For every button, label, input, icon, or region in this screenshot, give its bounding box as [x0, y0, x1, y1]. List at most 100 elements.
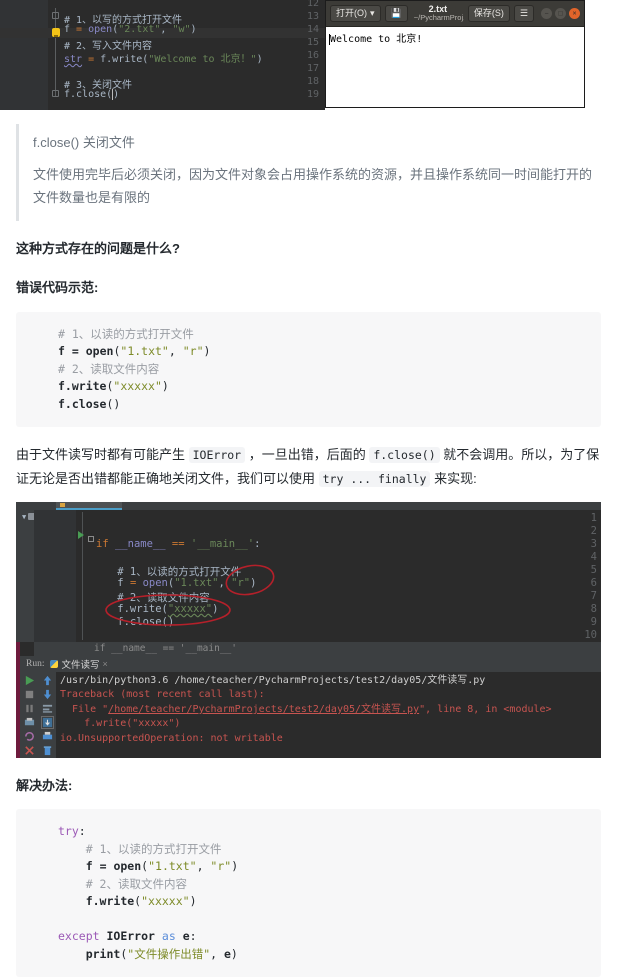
line-number: 10: [584, 628, 597, 641]
soft-wrap-icon[interactable]: [42, 703, 53, 714]
para-part-4: 来实现:: [430, 470, 477, 486]
save-disk-icon: 💾: [390, 8, 402, 18]
editor-line-text: f.write("xxxxx"): [92, 602, 219, 615]
console-traceback-link[interactable]: /home/teacher/PycharmProjects/test2/day0…: [108, 704, 419, 715]
line-number: 6: [590, 576, 597, 589]
line-number: 17: [306, 63, 319, 74]
editor-line-text: str = f.write("Welcome to 北京！"): [64, 54, 263, 65]
line-number: 19: [306, 89, 319, 100]
hamburger-menu-icon: ☰: [519, 8, 528, 18]
gedit-save-icon-button[interactable]: 💾: [384, 5, 408, 22]
gedit-header-bar: 打开(O) ▾ 💾 2.txt ~/PycharmProj... 保存(S) ☰: [326, 1, 584, 27]
editor-line-text: f.close(): [92, 615, 175, 628]
line-number: 4: [590, 550, 597, 563]
ide-file-tab[interactable]: [56, 501, 122, 510]
editor-gutter: [0, 0, 48, 110]
line-number: 14: [306, 24, 319, 35]
run-gutter-icon[interactable]: [78, 530, 84, 539]
pause-icon[interactable]: [24, 703, 35, 714]
close-icon: ×: [572, 10, 577, 17]
line-number: 15: [306, 37, 319, 48]
run-label: Run:: [26, 658, 45, 669]
window-close-button[interactable]: ×: [569, 8, 580, 19]
line-number: 1: [590, 511, 597, 524]
console-text: /usr/bin/python3.6 /home/teacher/Pycharm…: [60, 674, 601, 758]
code-line: # 1、以读的方式打开文件: [58, 326, 194, 341]
line-number: 18: [306, 76, 319, 87]
close-icon[interactable]: [24, 745, 35, 756]
trash-icon[interactable]: [42, 745, 53, 756]
line-number: 16: [306, 50, 319, 61]
chevron-down-icon: ▾: [370, 8, 375, 18]
print-output-icon[interactable]: [42, 731, 53, 742]
line-number: 7: [590, 589, 597, 602]
run-config-tab[interactable]: 文件读写 ×: [50, 657, 108, 671]
console-line-3-post: ", line 8, in <module>: [419, 703, 552, 715]
gedit-menu-button[interactable]: ☰: [513, 5, 534, 22]
gedit-title-block: 2.txt ~/PycharmProj...: [412, 5, 464, 22]
line-number: 2: [590, 524, 597, 537]
gedit-text-area[interactable]: Welcome to 北京!: [326, 27, 584, 107]
gedit-filepath: ~/PycharmProj...: [413, 13, 464, 23]
code-line: # 1、以读的方式打开文件: [85, 841, 222, 856]
console-line-2: Traceback (most recent call last):: [60, 689, 265, 701]
article-body: f.close() 关闭文件 文件使用完毕后必须关闭，因为文件对象会占用操作系统…: [0, 124, 617, 977]
gedit-save-button[interactable]: 保存(S): [467, 5, 510, 22]
ide-project-panel: [16, 509, 34, 642]
heading-question: 这种方式存在的问题是什么?: [16, 241, 180, 257]
console-toolbar-right: [38, 671, 56, 758]
pycharm-editor-write-example: 12 13 14 15 16 17 18 19 # 1、以写的方式打开文件 f …: [0, 0, 325, 110]
python-file-icon: [50, 659, 59, 668]
run-icon[interactable]: [24, 675, 35, 686]
python-file-icon: [60, 502, 65, 507]
scroll-up-icon[interactable]: [42, 675, 53, 686]
console-line-5: io.UnsupportedOperation: not writable: [60, 732, 283, 744]
gedit-open-label: 打开(O): [336, 8, 367, 18]
screenshot-editor-and-gedit: 12 13 14 15 16 17 18 19 # 1、以写的方式打开文件 f …: [0, 0, 617, 110]
line-number: 5: [590, 563, 597, 576]
heading-solution: 解决办法:: [16, 777, 73, 793]
line-number: 13: [306, 11, 319, 22]
code-line: # 2、读取文件内容: [85, 876, 187, 891]
heading-bad-example: 错误代码示范:: [16, 280, 99, 296]
console-line-4: f.write("xxxxx"): [60, 718, 181, 730]
scroll-down-icon[interactable]: [42, 689, 53, 700]
gedit-window: 打开(O) ▾ 💾 2.txt ~/PycharmProj... 保存(S) ☰: [325, 0, 585, 108]
ide-editor-gutter: [34, 509, 76, 642]
chevron-down-icon: ▼: [22, 512, 27, 521]
blockquote-line-1: f.close() 关闭文件: [33, 135, 135, 150]
code-fold-marker-icon[interactable]: [52, 12, 59, 19]
intention-bulb-icon[interactable]: [52, 28, 60, 37]
blockquote-line-2: 文件使用完毕后必须关闭，因为文件对象会占用操作系统的资源，并且操作系统同一时间能…: [33, 167, 593, 205]
inline-code-try-finally: try ... finally: [318, 470, 431, 487]
para-part-2: ，一旦出错，后面的: [245, 447, 370, 463]
line-number: 9: [590, 615, 597, 628]
ide-run-toolwindow-header: Run: 文件读写 ×: [20, 655, 601, 672]
screenshot-pycharm-ide: ▼ 1 2 3 4 5 6 7 8 9 10 if __name__ == '_…: [16, 501, 601, 758]
editor-line-text: f = open("2.txt", "w"): [64, 24, 197, 35]
code-fold-marker-icon[interactable]: [52, 90, 59, 97]
para-part-1: 由于文件读写时都有可能产生: [16, 447, 189, 463]
note-blockquote: f.close() 关闭文件 文件使用完毕后必须关闭，因为文件对象会占用操作系统…: [16, 124, 601, 222]
editor-line-text: f.close(): [64, 89, 120, 100]
print-icon[interactable]: [24, 717, 35, 728]
window-maximize-button[interactable]: □: [555, 8, 566, 19]
gedit-save-label: 保存(S): [473, 8, 504, 18]
close-icon: ×: [102, 658, 108, 669]
line-number: 12: [306, 0, 319, 9]
minimize-icon: −: [544, 10, 549, 17]
rerun-icon[interactable]: [24, 731, 35, 742]
code-line: # 2、读取文件内容: [58, 361, 160, 376]
stop-icon[interactable]: [24, 689, 35, 700]
inline-code-fclose: f.close(): [369, 447, 440, 464]
gedit-content: Welcome to 北京!: [329, 34, 423, 45]
window-minimize-button[interactable]: −: [541, 8, 552, 19]
gedit-open-button[interactable]: 打开(O) ▾: [330, 5, 381, 22]
code-fold-marker-icon[interactable]: [88, 535, 94, 542]
code-block-solution: try: # 1、以读的方式打开文件 f = open("1.txt", "r"…: [16, 809, 601, 977]
ide-breadcrumb: if __name__ == '__main__': [34, 641, 601, 656]
export-icon[interactable]: [40, 715, 54, 729]
screenshot-right-margin: [585, 0, 617, 110]
run-tab-label: 文件读写: [61, 659, 100, 671]
console-line-1: /usr/bin/python3.6 /home/teacher/Pycharm…: [60, 674, 486, 686]
